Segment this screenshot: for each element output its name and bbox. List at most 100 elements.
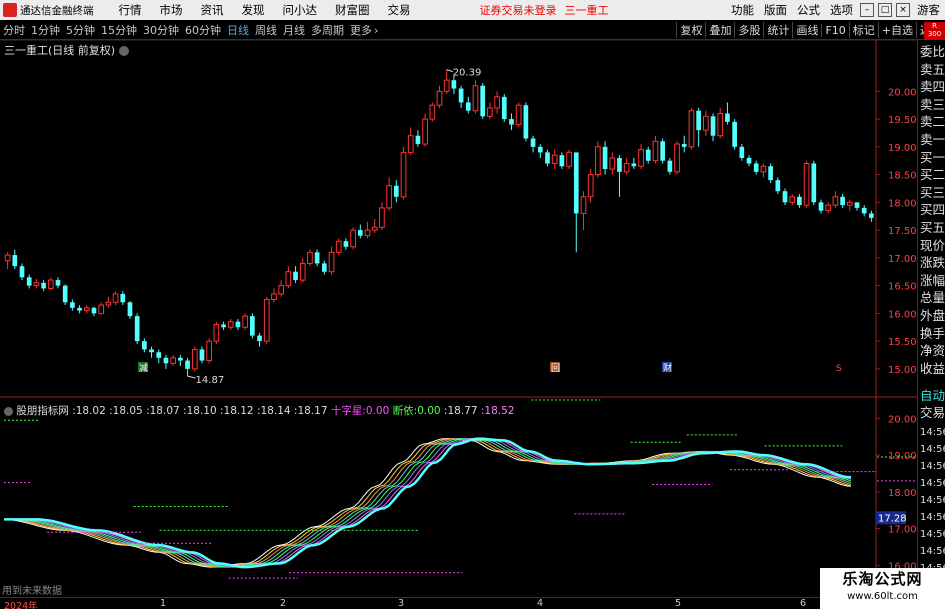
candle-body-down [12, 255, 18, 267]
login-status[interactable]: 证券交易未登录 [480, 2, 557, 18]
tool-adjust[interactable]: 复权 [676, 22, 705, 38]
period-monthly[interactable]: 月线 [283, 22, 305, 38]
period-weekly[interactable]: 周线 [255, 22, 277, 38]
period-more[interactable]: 更多 [350, 22, 378, 38]
menu-item-layout[interactable]: 版面 [764, 2, 787, 18]
close-icon[interactable]: × [896, 3, 910, 17]
star-value: 0.00 [365, 405, 390, 417]
menu-item-function[interactable]: 功能 [731, 2, 754, 18]
side-label[interactable]: 净资 [920, 345, 945, 358]
side-label[interactable]: 换手 [920, 327, 945, 341]
menu-item-discover[interactable]: 发现 [242, 2, 265, 18]
side-bottom-label[interactable]: 自动 [920, 389, 945, 403]
tool-draw[interactable]: 画线 [792, 22, 821, 38]
period-5min[interactable]: 5分钟 [66, 22, 95, 38]
period-1min[interactable]: 1分钟 [31, 22, 60, 38]
kline-chart[interactable]: 20.00 19.50 19.00 18.50 18.00 17.50 17.00 16.50… [0, 40, 917, 597]
main-y-tick-label: 15.00 [888, 365, 917, 376]
app-title: 通达信金融终端 [20, 4, 94, 17]
candle-body-down [120, 293, 126, 303]
period-30min[interactable]: 30分钟 [143, 22, 179, 38]
menu-item-trade[interactable]: 交易 [388, 2, 411, 18]
candle-body-up [566, 151, 572, 167]
side-label[interactable]: 收益 [920, 362, 945, 376]
settings-circle-icon[interactable] [118, 46, 129, 56]
side-time: 14:56 [920, 427, 945, 438]
candle-body-up [429, 104, 436, 120]
side-label[interactable]: 涨幅 [920, 274, 945, 288]
high-price-label: 20.39 [453, 68, 482, 79]
period-15min[interactable]: 15分钟 [101, 22, 137, 38]
candle-body-down [739, 146, 745, 158]
menu-item-formula[interactable]: 公式 [797, 2, 820, 18]
tool-mark[interactable]: 标记 [848, 22, 878, 38]
side-label[interactable]: 买一 [920, 151, 945, 165]
candle-body-down [199, 349, 205, 361]
maximize-icon[interactable]: □ [878, 3, 892, 17]
candle-body-down [127, 302, 133, 317]
guest-user[interactable]: 游客 [917, 2, 940, 18]
side-label[interactable]: 买四 [920, 204, 945, 217]
candle-body-down [321, 263, 327, 272]
candle-body-up [206, 340, 212, 362]
side-label[interactable]: 卖三 [920, 98, 945, 112]
candle-body-down [142, 341, 147, 350]
menu-item-ask[interactable]: 问小达 [283, 2, 318, 18]
side-label[interactable]: 委比 [920, 45, 945, 59]
candle-body-down [537, 146, 543, 153]
menu-item-options[interactable]: 选项 [830, 2, 853, 18]
current-stock: 三一重工 [564, 4, 609, 17]
side-label[interactable]: 现价 [920, 239, 945, 253]
candle-body-up [487, 107, 493, 117]
side-label[interactable]: 卖五 [920, 63, 945, 77]
side-label[interactable]: 买二 [920, 169, 945, 182]
candle-body-down [768, 166, 773, 181]
period-daily[interactable]: 日线 [227, 22, 249, 38]
candle-body-down [660, 141, 665, 161]
tool-stats[interactable]: 统计 [763, 22, 792, 38]
main-y-tick-label: 19.50 [888, 115, 917, 126]
indicator-settings-icon[interactable] [4, 406, 13, 416]
menu-item-market[interactable]: 市场 [160, 2, 183, 18]
period-tick[interactable]: 分时 [3, 22, 25, 38]
candle-body-down [415, 135, 421, 145]
ind-y-tick-label: 20.00 [888, 414, 917, 425]
side-label[interactable]: 外盘 [920, 309, 945, 323]
candle-body-up [364, 229, 371, 237]
side-time: 14:56 [920, 529, 945, 540]
side-label[interactable]: 卖一 [920, 133, 945, 147]
side-label[interactable]: 买五 [920, 221, 945, 235]
candle-body-down [782, 191, 788, 203]
candle-body-up [422, 118, 428, 145]
tool-add-watchlist[interactable]: +自选 [877, 22, 916, 38]
axis-month-5: 5 [675, 598, 682, 609]
candle-body-up [386, 185, 392, 209]
tool-f10[interactable]: F10 [821, 23, 848, 37]
period-60min[interactable]: 60分钟 [185, 22, 221, 38]
minimize-icon[interactable]: – [860, 3, 874, 17]
candle-body-down [509, 119, 514, 125]
side-label[interactable]: 卖四 [920, 81, 945, 94]
menu-item-wealth[interactable]: 财富圈 [335, 2, 370, 18]
menu-item-news[interactable]: 资讯 [201, 2, 224, 18]
candle-body-down [523, 105, 529, 139]
axis-year: 2024年 [4, 601, 38, 609]
axis-month-3: 3 [398, 598, 405, 609]
candle-body-down [343, 241, 349, 247]
candle-body-up [803, 162, 810, 206]
candle-body-down [861, 207, 867, 214]
candle-body-down [41, 282, 46, 289]
candle-body-up [494, 96, 500, 109]
candle-body-up [105, 301, 112, 306]
side-label[interactable]: 涨跌 [920, 257, 945, 270]
candle-body-down [55, 280, 61, 286]
tool-overlay[interactable]: 叠加 [705, 22, 734, 38]
side-label[interactable]: 总量 [920, 292, 945, 305]
side-label[interactable]: 卖二 [920, 116, 945, 129]
period-multi[interactable]: 多周期 [311, 22, 344, 38]
candle-body-up [580, 196, 587, 214]
tool-multi-stock[interactable]: 多股 [734, 22, 763, 38]
side-bottom-label[interactable]: 交易 [920, 406, 945, 420]
side-label[interactable]: 买三 [920, 186, 945, 200]
menu-item-quotes[interactable]: 行情 [119, 2, 142, 18]
